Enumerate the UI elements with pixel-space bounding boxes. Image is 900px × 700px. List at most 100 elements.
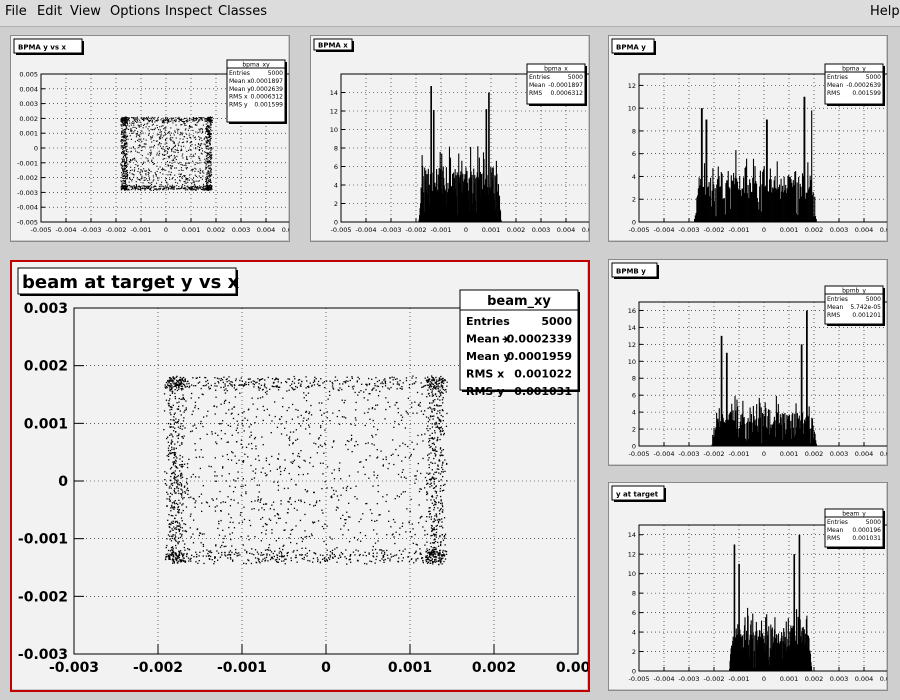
stats-name: bpmb_y: [842, 288, 866, 295]
pad-beam-xy[interactable]: -0.003-0.002-0.00100.0010.0020.003-0.003…: [10, 260, 600, 692]
stats-label: RMS: [827, 90, 840, 97]
stats-value: 0.001201: [852, 312, 881, 319]
y-tick-label: 10: [628, 105, 636, 113]
y-tick-label: -0.005: [17, 219, 38, 227]
bpma-y-histogram[interactable]: -0.005 -0.004 -0.003 -0.002 -0.001 0 0.001 0.00…: [609, 36, 898, 241]
y-tick-label: 6: [632, 150, 636, 158]
y-tick-label: 0.002: [24, 359, 68, 375]
pad-bpmb-y[interactable]: -0.005 -0.004 -0.003 -0.002 -0.001 0 0.001 0.00…: [608, 259, 898, 466]
stats-value: 5000: [568, 74, 583, 81]
menu-classes[interactable]: Classes: [218, 4, 267, 19]
stats-value: -0.0001897: [548, 82, 583, 89]
y-tick-label: 6: [632, 392, 636, 400]
beam-y-histogram[interactable]: -0.005 -0.004 -0.003 -0.002 -0.001 0 0.001 0.00…: [609, 483, 898, 690]
x-tick-label: 0.002: [207, 226, 226, 234]
stats-label: RMS y: [466, 385, 504, 398]
y-tick-label: -0.003: [17, 189, 38, 197]
root-canvas[interactable]: -0.005 -0.004 -0.003 -0.002 -0.001 0 0.001 0.00…: [0, 27, 900, 700]
y-tick-label: 2: [632, 196, 636, 204]
stats-value: 0.0001959: [507, 350, 572, 363]
y-tick-label: 12: [330, 108, 338, 116]
x-tick-label: 0.003: [830, 450, 849, 458]
x-tick-label: 0.002: [805, 226, 824, 234]
x-tick-label: 0.001: [780, 675, 799, 683]
x-tick-label: -0.004: [56, 226, 77, 234]
y-tick-label: 6: [334, 163, 338, 171]
x-tick-label: 0.003: [232, 226, 251, 234]
x-tick-label: 0.004: [855, 450, 874, 458]
x-tick-label: 0: [762, 226, 766, 234]
menu-edit[interactable]: Edit: [37, 4, 62, 19]
y-tick-label: 14: [330, 89, 338, 97]
y-tick-label: 0.003: [24, 301, 68, 317]
x-tick-label: -0.003: [679, 675, 700, 683]
y-tick-label: 8: [334, 145, 338, 153]
pad-beam-y[interactable]: -0.005 -0.004 -0.003 -0.002 -0.001 0 0.001 0.00…: [608, 482, 898, 691]
stats-label: RMS: [529, 90, 542, 97]
y-tick-label: 4: [632, 629, 636, 637]
stats-value: 5000: [268, 70, 283, 77]
y-tick-label: 0.005: [19, 71, 38, 79]
stats-value: 0.001599: [254, 102, 283, 109]
plot-title: beam at target y vs x: [22, 272, 240, 293]
bpmb-y-histogram[interactable]: -0.005 -0.004 -0.003 -0.002 -0.001 0 0.001 0.00…: [609, 260, 898, 465]
x-tick-label: 0.005: [282, 226, 289, 234]
x-tick-label: -0.002: [704, 450, 725, 458]
y-tick-label: -0.002: [17, 174, 38, 182]
pad-bpma-y[interactable]: -0.005 -0.004 -0.003 -0.002 -0.001 0 0.001 0.00…: [608, 35, 898, 242]
plot-title: BPMB y: [616, 268, 646, 276]
stats-label: RMS x: [229, 94, 248, 101]
y-tick-label: 12: [628, 341, 636, 349]
x-tick-label: -0.003: [679, 226, 700, 234]
y-tick-label: 6: [632, 609, 636, 617]
stats-value: -0.0002339: [502, 333, 572, 346]
stats-value: -0.0002639: [846, 82, 881, 89]
x-tick-label: -0.004: [654, 226, 675, 234]
x-tick-label: 0.002: [805, 450, 824, 458]
scatter-points: [120, 116, 213, 191]
stats-value: 5000: [866, 74, 881, 81]
pad-bpma-x[interactable]: -0.005 -0.004 -0.003 -0.002 -0.001 0 0.001 0.00…: [310, 35, 600, 242]
menu-options[interactable]: Options: [110, 4, 160, 19]
x-tick-label: 0.005: [880, 675, 887, 683]
x-tick-label: 0.005: [880, 226, 887, 234]
x-tick-label: 0.004: [257, 226, 276, 234]
stats-label: Entries: [827, 296, 848, 303]
plot-title: BPMA y: [616, 44, 646, 52]
x-tick-label: 0.003: [830, 675, 849, 683]
x-tick-label: 0.003: [532, 226, 551, 234]
x-tick-label: 0.001: [780, 226, 799, 234]
bpma-xy-plot[interactable]: -0.005 -0.004 -0.003 -0.002 -0.001 0 0.001 0.00…: [11, 36, 300, 241]
menu-help[interactable]: Help: [870, 4, 900, 19]
y-tick-label: 14: [628, 531, 636, 539]
y-tick-label: 4: [334, 182, 338, 190]
y-tick-label: 10: [628, 570, 636, 578]
x-tick-label: -0.002: [406, 226, 427, 234]
menu-bar: File Edit View Options Inspect Classes H…: [0, 0, 900, 27]
menu-view[interactable]: View: [70, 4, 101, 19]
stats-value: 0.0006312: [551, 90, 584, 97]
stats-label: RMS: [827, 535, 840, 542]
stats-label: RMS x: [466, 368, 504, 381]
stats-value: 5000: [541, 315, 572, 328]
menu-file[interactable]: File: [5, 4, 27, 19]
y-tick-label: -0.002: [18, 589, 68, 605]
stats-name: bpma_x: [544, 66, 568, 73]
x-tick-label: 0.005: [582, 226, 589, 234]
stats-value: -0.0002639: [248, 86, 283, 93]
pad-bpma-xy[interactable]: -0.005 -0.004 -0.003 -0.002 -0.001 0 0.001 0.00…: [10, 35, 300, 242]
x-tick-label: 0: [321, 660, 331, 676]
y-tick-label: 12: [628, 82, 636, 90]
x-tick-label: 0.002: [805, 675, 824, 683]
x-tick-label: 0.004: [855, 226, 874, 234]
stats-label: Entries: [529, 74, 550, 81]
bpma-x-histogram[interactable]: -0.005 -0.004 -0.003 -0.002 -0.001 0 0.001 0.00…: [311, 36, 600, 241]
menu-inspect[interactable]: Inspect: [165, 4, 212, 19]
stats-value: 0.001031: [852, 535, 881, 542]
stats-label: Mean: [827, 82, 844, 89]
x-tick-label: -0.005: [31, 226, 52, 234]
y-tick-label: 8: [632, 590, 636, 598]
beam-xy-plot[interactable]: -0.003-0.002-0.00100.0010.0020.003-0.003…: [12, 262, 600, 690]
histogram-bars: [729, 534, 813, 671]
y-tick-label: 4: [632, 173, 636, 181]
